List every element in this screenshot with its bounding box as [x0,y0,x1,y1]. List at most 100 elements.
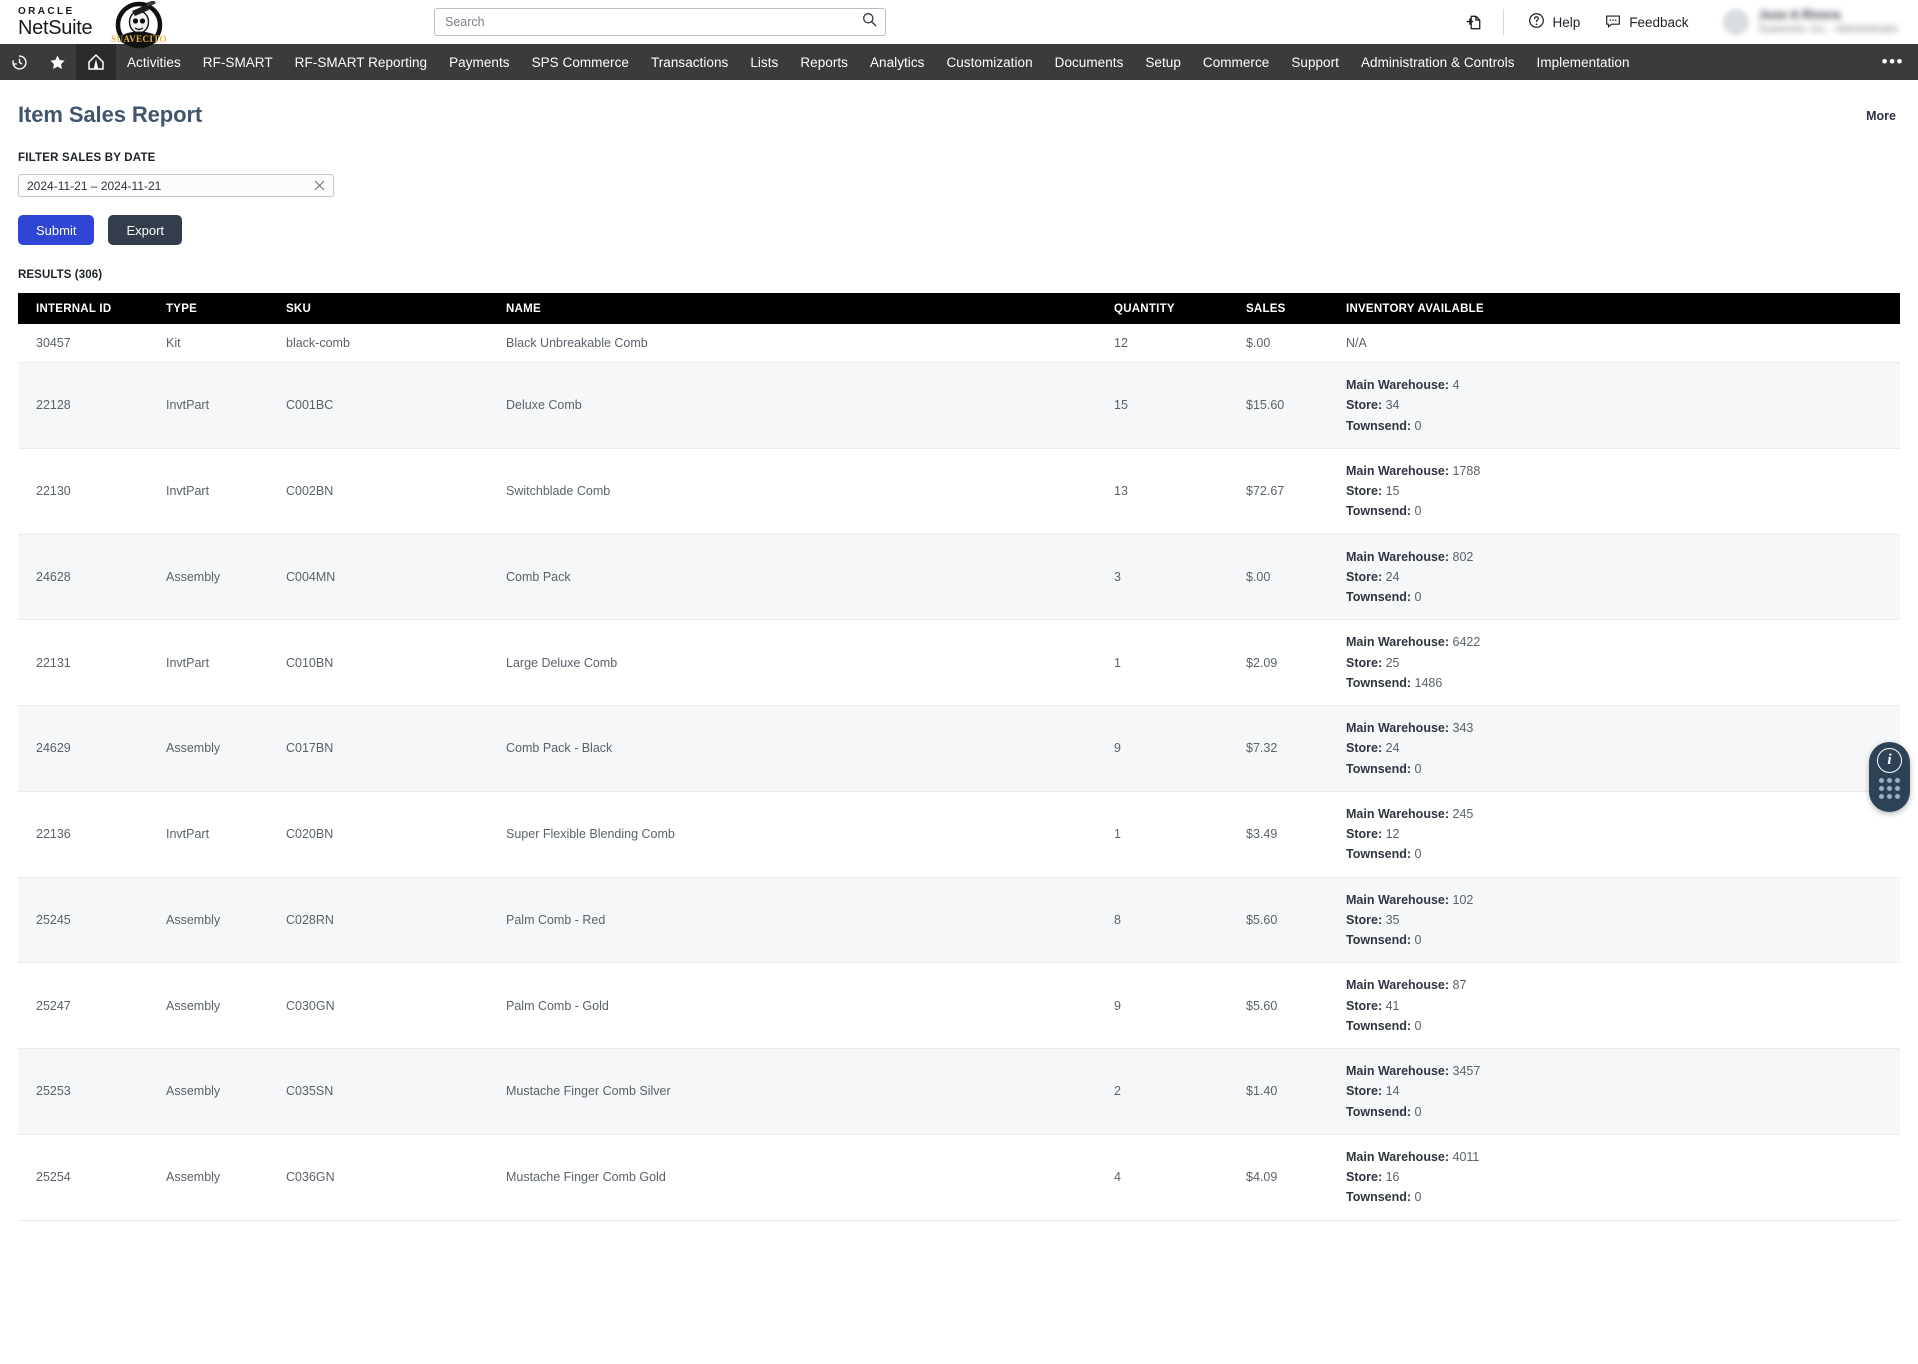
inventory-location-label: Main Warehouse: [1346,635,1450,650]
cell-type: Assembly [148,962,268,1049]
feedback-chat-icon [1604,12,1622,33]
cell-type: Assembly [148,1134,268,1221]
inventory-location-label: Store: [1346,1084,1383,1099]
date-range-field[interactable]: 2024-11-21 – 2024-11-21 [18,174,334,197]
inventory-location-line: Main Warehouse: 4 [1346,375,1900,395]
nav-item-transactions[interactable]: Transactions [640,44,739,80]
info-icon[interactable]: i [1877,748,1902,773]
help-label: Help [1552,14,1581,30]
add-document-icon[interactable] [1457,5,1491,39]
column-header-inventory-available[interactable]: INVENTORY AVAILABLE [1328,293,1900,324]
inventory-location-label: Store: [1346,827,1383,841]
cell-internal-id: 22128 [18,362,148,449]
inventory-location-line: Townsend: 0 [1346,416,1900,436]
inventory-breakdown: Main Warehouse: 6422 Store: 25 Townsend: 1… [1346,632,1900,693]
nav-item-implementation[interactable]: Implementation [1526,44,1641,80]
cell-quantity: 4 [1096,1134,1228,1221]
grid-dots-icon[interactable] [1879,778,1900,799]
favorites-star-icon[interactable] [38,44,76,80]
nav-item-payments[interactable]: Payments [438,44,520,80]
search-input[interactable] [445,15,862,29]
avatar [1722,9,1749,35]
table-row[interactable]: 25247 Assembly C030GN Palm Comb - Gold 9 $5.6… [18,962,1900,1049]
column-header-sales[interactable]: SALES [1228,293,1328,324]
table-row[interactable]: 22136 InvtPart C020BN Super Flexible Blendi… [18,791,1900,878]
inventory-location-line: Main Warehouse: 102 [1346,890,1900,910]
help-assistant-widget[interactable]: i [1869,742,1910,812]
inventory-location-value: 24 [1382,569,1400,584]
nav-item-analytics[interactable]: Analytics [859,44,935,80]
nav-item-reports[interactable]: Reports [789,44,859,80]
column-header-internal-id[interactable]: INTERNAL ID [18,293,148,324]
cell-quantity: 9 [1096,962,1228,1049]
inventory-breakdown: Main Warehouse: 102 Store: 35 Townsend: 0 [1346,890,1900,951]
user-name: Jose A Rivera [1758,7,1841,22]
nav-item-lists[interactable]: Lists [739,44,789,80]
column-header-name[interactable]: NAME [488,293,1096,324]
help-button[interactable]: Help [1516,5,1592,39]
inventory-location-value: 3457 [1449,1064,1481,1078]
nav-item-customization[interactable]: Customization [935,44,1043,80]
column-header-sku[interactable]: SKU [268,293,488,324]
inventory-location-value: 1486 [1411,675,1443,690]
table-row[interactable]: 22130 InvtPart C002BN Switchblade Comb 13 $72… [18,448,1900,535]
more-button[interactable]: More [1866,102,1900,123]
inventory-location-line: Main Warehouse: 3457 [1346,1061,1900,1081]
cell-internal-id: 25247 [18,962,148,1049]
search-icon[interactable] [862,12,877,32]
main-navigation: Activities RF-SMART RF-SMART Reporting P… [0,44,1918,80]
cell-name: Switchblade Comb [488,448,1096,535]
inventory-location-value: 41 [1382,998,1400,1013]
cell-sku: C001BC [268,362,488,449]
submit-button[interactable]: Submit [18,215,95,245]
nav-overflow-icon[interactable]: ••• [1872,44,1918,80]
cell-sku: C017BN [268,705,488,792]
table-row[interactable]: 30457 Kit black-comb Black Unbreakable Comb… [18,324,1900,363]
brand[interactable]: ORACLE NetSuite SUAVECITO [18,0,172,49]
cell-sku: C028RN [268,877,488,964]
nav-item-setup[interactable]: Setup [1134,44,1192,80]
cell-quantity: 1 [1096,791,1228,878]
inventory-location-value: 14 [1382,1084,1400,1099]
column-header-quantity[interactable]: QUANTITY [1096,293,1228,324]
cell-internal-id: 22130 [18,448,148,535]
inventory-location-value: 343 [1449,721,1474,735]
user-account-menu[interactable]: Jose A Rivera Suavecito, Inc. - Administ… [1722,7,1904,37]
table-row[interactable]: 24628 Assembly C004MN Comb Pack 3 $.00 Main Wa… [18,534,1900,621]
cell-sales: $.00 [1228,324,1328,363]
inventory-location-line: Store: 24 [1346,738,1900,758]
nav-item-sps-commerce[interactable]: SPS Commerce [521,44,640,80]
table-row[interactable]: 22128 InvtPart C001BC Deluxe Comb 15 $15.60 Ma… [18,362,1900,449]
cell-sales: $5.60 [1228,962,1328,1049]
cell-sku: black-comb [268,324,488,363]
export-button[interactable]: Export [108,215,183,245]
table-row[interactable]: 22131 InvtPart C010BN Large Deluxe Comb 1 $2.… [18,619,1900,706]
top-bar: ORACLE NetSuite SUAVECITO Search Help Fe… [0,0,1918,49]
cell-type: InvtPart [148,619,268,706]
close-icon[interactable] [311,178,327,194]
global-search[interactable] [434,8,886,36]
table-row[interactable]: 24629 Assembly C017BN Comb Pack - Black 9 $7.… [18,705,1900,792]
nav-item-rf-smart[interactable]: RF-SMART [192,44,284,80]
inventory-breakdown: Main Warehouse: 343 Store: 24 Townsend: 0 [1346,718,1900,779]
cell-name: Mustache Finger Comb Gold [488,1134,1096,1221]
inventory-location-value: 0 [1411,761,1422,776]
inventory-location-label: Townsend: [1346,504,1412,519]
recent-history-icon[interactable] [0,44,38,80]
feedback-button[interactable]: Feedback [1592,5,1700,39]
oracle-netsuite-logo[interactable]: ORACLE NetSuite [18,6,93,38]
help-question-icon [1528,12,1545,32]
nav-item-support[interactable]: Support [1280,44,1350,80]
nav-item-documents[interactable]: Documents [1044,44,1135,80]
cell-inventory-available: Main Warehouse: 802 Store: 24 Townsend: 0 [1328,534,1900,621]
inventory-location-label: Main Warehouse: [1346,806,1450,821]
nav-item-rf-smart-reporting[interactable]: RF-SMART Reporting [284,44,438,80]
table-row[interactable]: 25254 Assembly C036GN Mustache Finger Comb … [18,1134,1900,1221]
inventory-location-label: Store: [1346,998,1383,1013]
nav-item-administration-controls[interactable]: Administration & Controls [1350,44,1526,80]
column-header-type[interactable]: TYPE [148,293,268,324]
table-row[interactable]: 25245 Assembly C028RN Palm Comb - Red 8 $5.60… [18,877,1900,964]
table-row[interactable]: 25253 Assembly C035SN Mustache Finger Comb … [18,1048,1900,1135]
nav-item-commerce[interactable]: Commerce [1192,44,1280,80]
cell-name: Black Unbreakable Comb [488,324,1096,363]
